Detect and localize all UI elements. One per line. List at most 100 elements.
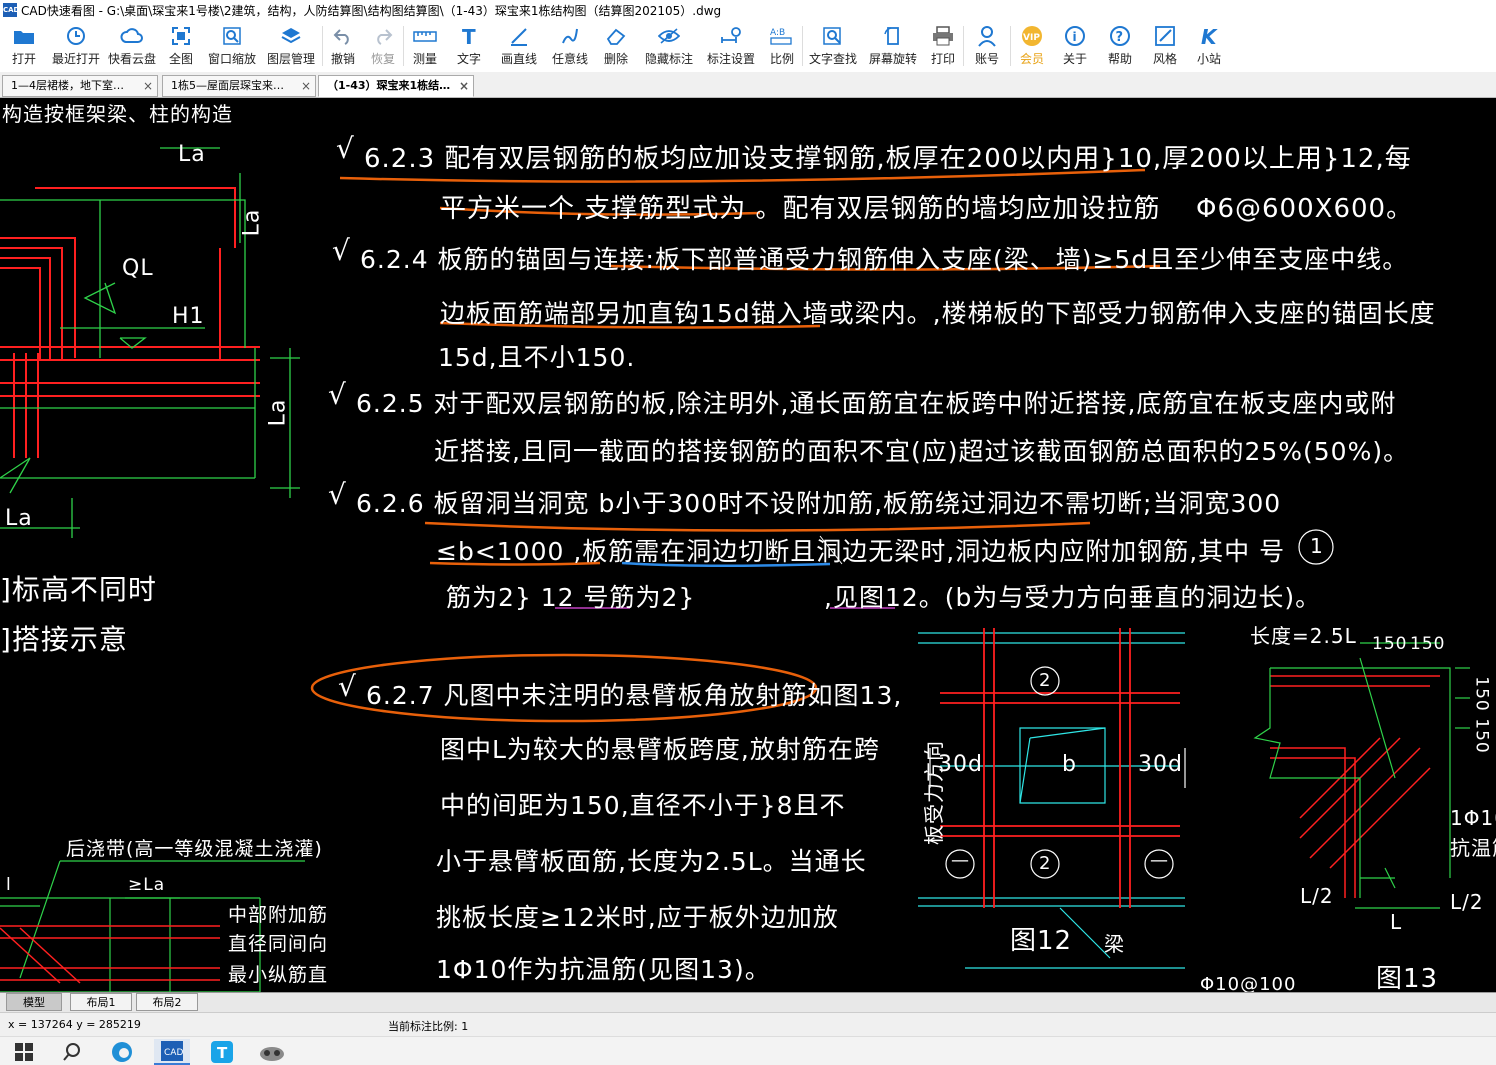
text-icon: T: [456, 24, 482, 48]
label-ge-la: ≥La: [128, 875, 166, 895]
note-check: √: [332, 234, 351, 267]
fig13-l: L: [1390, 910, 1403, 934]
toolbar-button[interactable]: 全图: [158, 20, 204, 72]
toolbar-button-label: 打开: [11, 52, 36, 66]
fig12-30d-right: 30d: [1138, 752, 1183, 777]
fig13-150d: 150: [1471, 718, 1492, 754]
toolbar-button[interactable]: 文字查找: [803, 20, 863, 72]
layers-icon: [278, 24, 304, 48]
fig13-caption: 图13: [1376, 964, 1439, 992]
toolbar-button[interactable]: 测量: [404, 20, 446, 72]
edge-icon[interactable]: [104, 1039, 140, 1065]
toolbar-button[interactable]: 最近打开: [46, 20, 106, 72]
toolbar-button[interactable]: 窗口缩放: [204, 20, 260, 72]
toolbar-button[interactable]: 打开: [2, 20, 46, 72]
toolbar-button-label: 帮助: [1107, 52, 1132, 66]
toolbar-button[interactable]: A:B 比例: [762, 20, 802, 72]
toolbar-button-label: 窗口缩放: [207, 52, 256, 66]
window-title: CAD快速看图 - G:\桌面\琛宝来1号楼\2建筑，结构，人防结算图\结构图结…: [21, 3, 722, 18]
fig12-circle-left: —: [951, 850, 970, 871]
toolbar-button[interactable]: 图层管理: [260, 20, 322, 72]
text-app-icon[interactable]: T: [204, 1039, 240, 1065]
note-line: 6.2.4 板筋的锚固与连接:板下部普通受力钢筋伸入支座(梁、墙)≥5d且至少伸…: [360, 245, 1409, 274]
toolbar-button[interactable]: 隐藏标注: [638, 20, 700, 72]
toolbar-button-label: 全图: [168, 52, 193, 66]
toolbar-button-label: 任意线: [551, 52, 588, 66]
tab-model[interactable]: 模型: [6, 993, 62, 1011]
close-icon[interactable]: ×: [301, 76, 311, 96]
close-icon[interactable]: ×: [143, 76, 153, 96]
open-folder-icon: [11, 24, 37, 48]
svg-text:i: i: [1073, 30, 1077, 44]
toolbar-button[interactable]: 账号: [964, 20, 1010, 72]
tab-layout2[interactable]: 布局2: [136, 993, 198, 1011]
toolbar-button[interactable]: 打印: [923, 20, 963, 72]
svg-text:CAD: CAD: [164, 1048, 183, 1058]
user-icon: [974, 24, 1000, 48]
toolbar-button[interactable]: 删除: [594, 20, 638, 72]
tab-doc-1[interactable]: 1—4层裙楼，地下室… ×: [2, 75, 158, 97]
tab-label: 1—4层裙楼，地下室…: [11, 79, 124, 92]
search-icon[interactable]: [54, 1039, 90, 1065]
fig12-b: b: [1062, 752, 1077, 777]
tab-doc-3[interactable]: （1-43）琛宝来1栋结… ×: [318, 75, 474, 97]
note-check: √: [336, 132, 355, 165]
toolbar-button[interactable]: 风格: [1143, 20, 1187, 72]
drawing-canvas[interactable]: 构造按框架梁、柱的构造 La La QL H1 La La ]标高不同时 ]搭接…: [0, 98, 1496, 992]
tab-doc-2[interactable]: 1栋5—屋面层琛宝来… ×: [162, 75, 316, 97]
toolbar-button-label: 小站: [1196, 52, 1221, 66]
clock-icon: [63, 24, 89, 48]
svg-text:VIP: VIP: [1023, 33, 1040, 43]
label-la-bottom: La: [5, 506, 33, 531]
toolbar-button[interactable]: ? 帮助: [1097, 20, 1143, 72]
scale-icon: A:B: [769, 24, 795, 48]
toolbar-button[interactable]: 屏幕旋转: [863, 20, 923, 72]
document-tabs: 1—4层裙楼，地下室… × 1栋5—屋面层琛宝来… × （1-43）琛宝来1栋结…: [0, 72, 1496, 98]
note-line: 6.2.5 对于配双层钢筋的板,除注明外,通长面筋宜在板跨中附近搭接,底筋宜在板…: [356, 389, 1397, 418]
start-icon[interactable]: [6, 1039, 42, 1065]
fig12-beam: 梁: [1104, 932, 1125, 956]
label-la-top: La: [178, 142, 206, 167]
toolbar-button[interactable]: VIP 会员: [1011, 20, 1053, 72]
toolbar-button[interactable]: 恢复: [363, 20, 403, 72]
toolbar-button[interactable]: T 文字: [446, 20, 492, 72]
note-line: 平方米一个,支撑筋型式为 。配有双层钢筋的墙均应加设拉筋: [440, 194, 1161, 224]
label-dia-same: 直径同间向: [228, 933, 329, 955]
dimension-scale-readout: 当前标注比例: 1: [388, 1020, 469, 1033]
rotate-screen-icon: [880, 24, 906, 48]
main-toolbar: 打开 最近打开 快看云盘 全图 窗口缩放 图层管理 撤销 恢复 测量 T 文字 画直线 任意线 删除 隐藏标…: [0, 20, 1496, 72]
undo-icon: [330, 24, 356, 48]
toolbar-button-label: 会员: [1019, 52, 1044, 66]
label-h1: H1: [172, 304, 205, 329]
note-line: 6.2.6 板留洞当洞宽 b小于300时不设附加筋,板筋绕过洞边不需切断;当洞宽…: [356, 489, 1282, 518]
label-la-mid: La: [265, 398, 291, 427]
svg-text:T: T: [462, 26, 476, 46]
app-icon: CAD: [3, 3, 19, 17]
coordinate-readout: x = 137264 y = 285219: [8, 1018, 141, 1031]
layout-tabs: 模型 布局1 布局2: [0, 992, 1496, 1012]
game-icon[interactable]: [254, 1039, 290, 1065]
toolbar-button[interactable]: K 小站: [1187, 20, 1231, 72]
zoom-window-icon: [219, 24, 245, 48]
label-ql: QL: [122, 256, 154, 281]
vip-icon: VIP: [1019, 24, 1045, 48]
toolbar-button-label: 风格: [1152, 52, 1177, 66]
note-line: 挑板长度≥12米时,应于板外边加放: [436, 903, 839, 932]
tab-layout1[interactable]: 布局1: [70, 993, 132, 1011]
pour-strip-label: 后浇带(高一等级混凝土浇灌): [66, 838, 323, 860]
toolbar-button[interactable]: i 关于: [1053, 20, 1097, 72]
toolbar-button[interactable]: 任意线: [546, 20, 594, 72]
toolbar-button-label: 打印: [930, 52, 955, 66]
redo-icon: [370, 24, 396, 48]
toolbar-button[interactable]: 画直线: [492, 20, 546, 72]
cad-viewer-icon[interactable]: CAD: [154, 1039, 190, 1065]
toolbar-button[interactable]: 撤销: [323, 20, 363, 72]
label-mid-add: 中部附加筋: [228, 904, 329, 926]
close-icon[interactable]: ×: [459, 76, 469, 96]
toolbar-button-label: 画直线: [500, 52, 537, 66]
label-l-small: l: [6, 875, 12, 895]
note-line: 筋为2} 12 号筋为2}: [446, 583, 696, 612]
text-search-icon: [820, 24, 846, 48]
toolbar-button[interactable]: 标注设置: [700, 20, 762, 72]
toolbar-button[interactable]: 快看云盘: [106, 20, 158, 72]
